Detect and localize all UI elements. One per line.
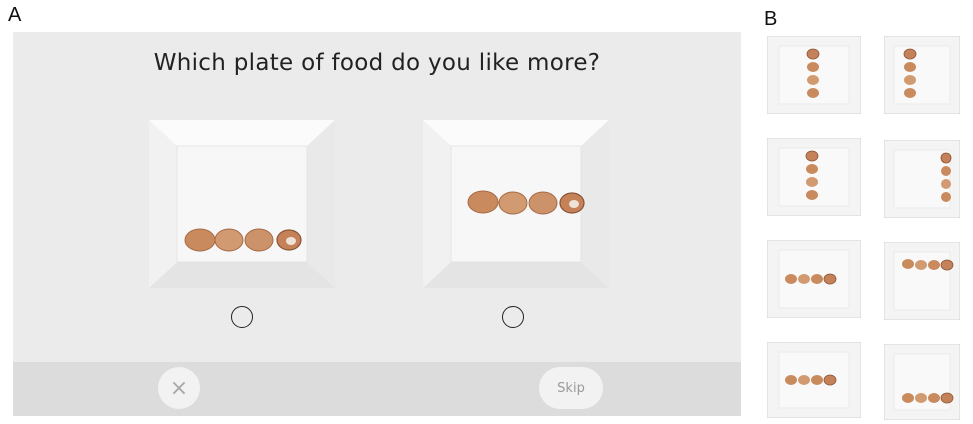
right-option-radio[interactable] — [502, 306, 524, 328]
left-plate-image[interactable] — [149, 120, 335, 288]
skip-label: Skip — [557, 380, 585, 396]
example-plate-horizontal-upper-right — [883, 241, 961, 324]
example-plate-horizontal-lower-left-2 — [766, 341, 862, 422]
example-plate-vertical-right — [883, 139, 961, 222]
survey-footer: × Skip — [13, 362, 741, 416]
example-plate-vertical-center-1 — [766, 35, 862, 118]
skip-button[interactable]: Skip — [539, 367, 603, 409]
example-plate-horizontal-lower-right — [883, 343, 961, 424]
panel-label-b: B — [764, 8, 778, 30]
example-plate-vertical-center-left — [766, 137, 862, 220]
panel-label-a: A — [8, 4, 22, 26]
example-plate-vertical-center-2 — [883, 35, 961, 118]
close-icon: × — [169, 375, 189, 401]
question-title: Which plate of food do you like more? — [153, 50, 601, 76]
left-option-radio[interactable] — [231, 306, 253, 328]
example-plate-horizontal-lower-left — [766, 239, 862, 322]
right-plate-image[interactable] — [423, 120, 609, 288]
close-button[interactable]: × — [158, 367, 200, 409]
survey-panel: Which plate of food do you like more? × … — [13, 32, 741, 416]
